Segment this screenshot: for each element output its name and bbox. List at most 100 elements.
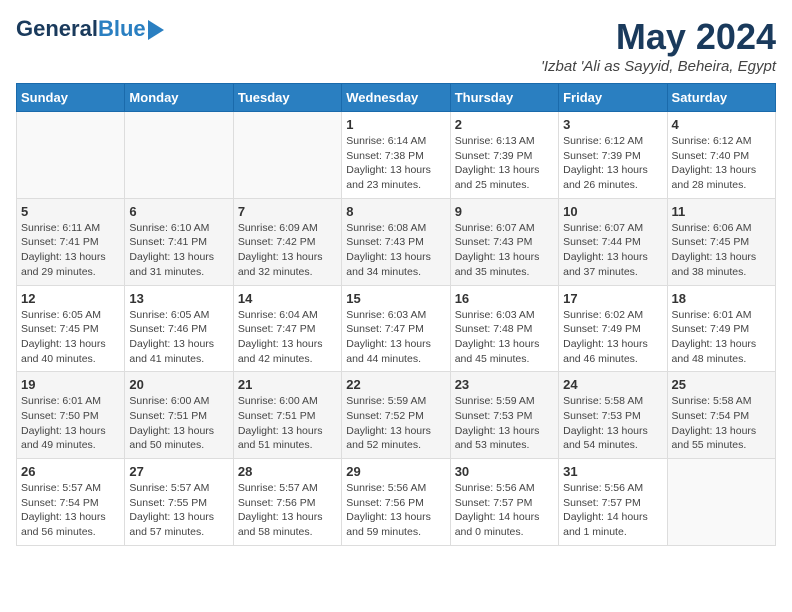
day-number: 21 (238, 377, 337, 392)
calendar-cell: 11 Sunrise: 6:06 AMSunset: 7:45 PMDayligh… (667, 198, 775, 285)
day-info: Sunrise: 5:57 AMSunset: 7:55 PMDaylight:… (129, 481, 228, 540)
weekday-header-thursday: Thursday (450, 84, 558, 112)
day-number: 6 (129, 204, 228, 219)
day-number: 16 (455, 291, 554, 306)
day-info: Sunrise: 6:03 AMSunset: 7:48 PMDaylight:… (455, 308, 554, 367)
calendar-cell: 19 Sunrise: 6:01 AMSunset: 7:50 PMDayligh… (17, 372, 125, 459)
day-info: Sunrise: 5:59 AMSunset: 7:53 PMDaylight:… (455, 394, 554, 453)
day-number: 20 (129, 377, 228, 392)
day-number: 11 (672, 204, 771, 219)
day-number: 15 (346, 291, 445, 306)
calendar-cell (125, 112, 233, 199)
day-number: 14 (238, 291, 337, 306)
day-info: Sunrise: 6:12 AMSunset: 7:39 PMDaylight:… (563, 134, 662, 193)
calendar-cell (17, 112, 125, 199)
day-info: Sunrise: 5:56 AMSunset: 7:56 PMDaylight:… (346, 481, 445, 540)
day-info: Sunrise: 6:11 AMSunset: 7:41 PMDaylight:… (21, 221, 120, 280)
day-info: Sunrise: 6:10 AMSunset: 7:41 PMDaylight:… (129, 221, 228, 280)
calendar-cell (233, 112, 341, 199)
calendar-cell: 5 Sunrise: 6:11 AMSunset: 7:41 PMDaylight… (17, 198, 125, 285)
day-number: 2 (455, 117, 554, 132)
calendar-week-row: 5 Sunrise: 6:11 AMSunset: 7:41 PMDaylight… (17, 198, 776, 285)
weekday-header-sunday: Sunday (17, 84, 125, 112)
day-info: Sunrise: 6:03 AMSunset: 7:47 PMDaylight:… (346, 308, 445, 367)
calendar-cell: 23 Sunrise: 5:59 AMSunset: 7:53 PMDayligh… (450, 372, 558, 459)
day-info: Sunrise: 5:58 AMSunset: 7:53 PMDaylight:… (563, 394, 662, 453)
day-info: Sunrise: 6:00 AMSunset: 7:51 PMDaylight:… (238, 394, 337, 453)
calendar-cell: 30Sunrise: 5:56 AMSunset: 7:57 PMDayligh… (450, 459, 558, 546)
day-number: 17 (563, 291, 662, 306)
calendar-cell (667, 459, 775, 546)
day-info: Sunrise: 6:07 AMSunset: 7:43 PMDaylight:… (455, 221, 554, 280)
logo: General Blue (16, 16, 164, 42)
day-number: 18 (672, 291, 771, 306)
calendar-cell: 25Sunrise: 5:58 AMSunset: 7:54 PMDayligh… (667, 372, 775, 459)
calendar-cell: 29 Sunrise: 5:56 AMSunset: 7:56 PMDayligh… (342, 459, 450, 546)
weekday-header-monday: Monday (125, 84, 233, 112)
calendar-cell: 31 Sunrise: 5:56 AMSunset: 7:57 PMDayligh… (559, 459, 667, 546)
day-number: 31 (563, 464, 662, 479)
calendar-cell: 3Sunrise: 6:12 AMSunset: 7:39 PMDaylight… (559, 112, 667, 199)
calendar-cell: 8 Sunrise: 6:08 AMSunset: 7:43 PMDaylight… (342, 198, 450, 285)
calendar-cell: 9 Sunrise: 6:07 AMSunset: 7:43 PMDaylight… (450, 198, 558, 285)
day-info: Sunrise: 6:04 AMSunset: 7:47 PMDaylight:… (238, 308, 337, 367)
day-number: 1 (346, 117, 445, 132)
day-number: 5 (21, 204, 120, 219)
day-number: 4 (672, 117, 771, 132)
day-number: 9 (455, 204, 554, 219)
day-info: Sunrise: 5:57 AMSunset: 7:56 PMDaylight:… (238, 481, 337, 540)
day-number: 19 (21, 377, 120, 392)
calendar-cell: 14 Sunrise: 6:04 AMSunset: 7:47 PMDayligh… (233, 285, 341, 372)
calendar-cell: 10Sunrise: 6:07 AMSunset: 7:44 PMDayligh… (559, 198, 667, 285)
day-number: 23 (455, 377, 554, 392)
day-info: Sunrise: 6:14 AMSunset: 7:38 PMDaylight:… (346, 134, 445, 193)
calendar-cell: 15 Sunrise: 6:03 AMSunset: 7:47 PMDayligh… (342, 285, 450, 372)
day-number: 12 (21, 291, 120, 306)
weekday-header-tuesday: Tuesday (233, 84, 341, 112)
day-info: Sunrise: 6:01 AMSunset: 7:49 PMDaylight:… (672, 308, 771, 367)
calendar-cell: 20 Sunrise: 6:00 AMSunset: 7:51 PMDayligh… (125, 372, 233, 459)
day-number: 30 (455, 464, 554, 479)
calendar-week-row: 1 Sunrise: 6:14 AMSunset: 7:38 PMDaylight… (17, 112, 776, 199)
day-number: 24 (563, 377, 662, 392)
day-info: Sunrise: 6:00 AMSunset: 7:51 PMDaylight:… (129, 394, 228, 453)
day-info: Sunrise: 5:57 AMSunset: 7:54 PMDaylight:… (21, 481, 120, 540)
weekday-header-saturday: Saturday (667, 84, 775, 112)
calendar-cell: 16 Sunrise: 6:03 AMSunset: 7:48 PMDayligh… (450, 285, 558, 372)
calendar-cell: 6 Sunrise: 6:10 AMSunset: 7:41 PMDaylight… (125, 198, 233, 285)
day-info: Sunrise: 5:56 AMSunset: 7:57 PMDaylight:… (563, 481, 662, 540)
day-number: 29 (346, 464, 445, 479)
day-number: 22 (346, 377, 445, 392)
day-info: Sunrise: 5:59 AMSunset: 7:52 PMDaylight:… (346, 394, 445, 453)
page-header: General Blue May 2024 'Izbat 'Ali as Say… (16, 16, 776, 75)
day-info: Sunrise: 6:02 AMSunset: 7:49 PMDaylight:… (563, 308, 662, 367)
day-info: Sunrise: 6:05 AMSunset: 7:46 PMDaylight:… (129, 308, 228, 367)
calendar-cell: 17 Sunrise: 6:02 AMSunset: 7:49 PMDayligh… (559, 285, 667, 372)
calendar-cell: 24 Sunrise: 5:58 AMSunset: 7:53 PMDayligh… (559, 372, 667, 459)
calendar-cell: 13Sunrise: 6:05 AMSunset: 7:46 PMDayligh… (125, 285, 233, 372)
day-info: Sunrise: 5:58 AMSunset: 7:54 PMDaylight:… (672, 394, 771, 453)
day-number: 28 (238, 464, 337, 479)
day-info: Sunrise: 6:05 AMSunset: 7:45 PMDaylight:… (21, 308, 120, 367)
calendar-cell: 27 Sunrise: 5:57 AMSunset: 7:55 PMDayligh… (125, 459, 233, 546)
calendar-cell: 7Sunrise: 6:09 AMSunset: 7:42 PMDaylight… (233, 198, 341, 285)
month-title: May 2024 (541, 16, 776, 58)
calendar-week-row: 26Sunrise: 5:57 AMSunset: 7:54 PMDayligh… (17, 459, 776, 546)
calendar-cell: 28 Sunrise: 5:57 AMSunset: 7:56 PMDayligh… (233, 459, 341, 546)
title-block: May 2024 'Izbat 'Ali as Sayyid, Beheira,… (541, 16, 776, 75)
logo-blue-text: Blue (98, 16, 146, 42)
calendar-cell: 22 Sunrise: 5:59 AMSunset: 7:52 PMDayligh… (342, 372, 450, 459)
logo-general-text: General (16, 16, 98, 42)
calendar-cell: 2Sunrise: 6:13 AMSunset: 7:39 PMDaylight… (450, 112, 558, 199)
day-number: 8 (346, 204, 445, 219)
calendar-cell: 4Sunrise: 6:12 AMSunset: 7:40 PMDaylight… (667, 112, 775, 199)
day-info: Sunrise: 6:06 AMSunset: 7:45 PMDaylight:… (672, 221, 771, 280)
location-subtitle: 'Izbat 'Ali as Sayyid, Beheira, Egypt (541, 58, 776, 75)
day-info: Sunrise: 6:01 AMSunset: 7:50 PMDaylight:… (21, 394, 120, 453)
weekday-header-row: SundayMondayTuesdayWednesdayThursdayFrid… (17, 84, 776, 112)
day-number: 27 (129, 464, 228, 479)
weekday-header-wednesday: Wednesday (342, 84, 450, 112)
day-info: Sunrise: 6:08 AMSunset: 7:43 PMDaylight:… (346, 221, 445, 280)
day-number: 10 (563, 204, 662, 219)
calendar-cell: 26Sunrise: 5:57 AMSunset: 7:54 PMDayligh… (17, 459, 125, 546)
